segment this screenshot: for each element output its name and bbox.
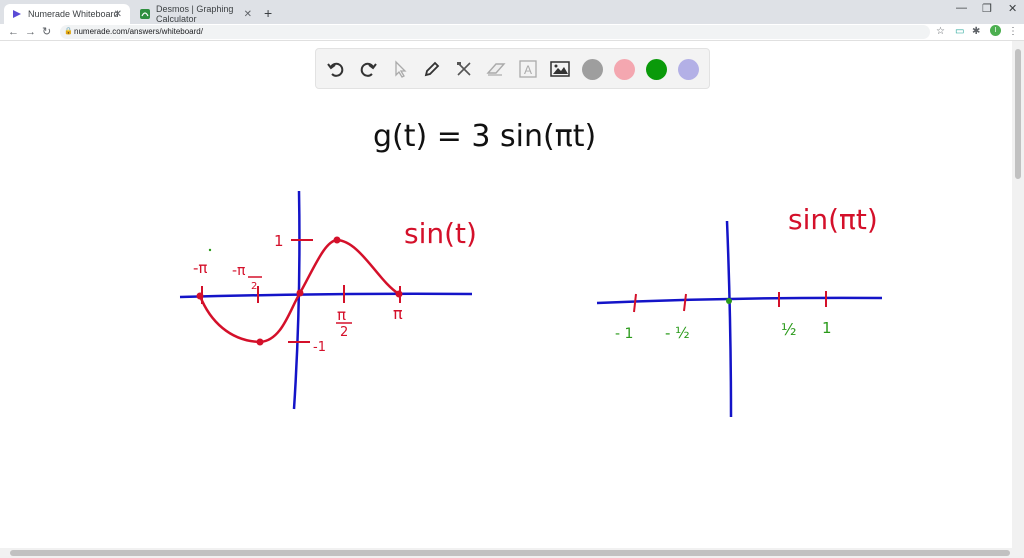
lock-icon: 🔒 (64, 28, 73, 35)
tab-desmos[interactable]: Desmos | Graphing Calculator ✕ (132, 4, 260, 24)
extension-icon[interactable]: ▭ (955, 25, 964, 39)
right-y-axis (725, 220, 733, 418)
right-graph-label: sin(πt) (788, 203, 878, 236)
tick-label-half-pi: π (337, 306, 346, 324)
browser-toolbar: ← → ↻ 🔒 numerade.com/answers/whiteboard/… (0, 24, 1024, 41)
bookmark-star-icon[interactable]: ☆ (936, 25, 945, 39)
tick-label-one: 1 (274, 232, 284, 250)
tab-numerade-whiteboard[interactable]: Numerade Whiteboard ✕ (4, 4, 130, 24)
close-window-icon[interactable]: ✕ (1008, 2, 1017, 15)
curve-point (333, 236, 341, 244)
equation-text: g(t) = 3 sin(πt) (373, 119, 596, 154)
tick-label-neg-pi: -π (193, 259, 207, 277)
right-x-axis (596, 296, 883, 305)
reload-icon[interactable]: ↻ (42, 24, 51, 40)
horizontal-scrollbar[interactable] (0, 548, 1024, 558)
left-graph-label: sin(t) (404, 217, 477, 250)
right-graph: - 1 - ½ ½ 1 sin(πt) (596, 203, 883, 418)
scrollbar-thumb[interactable] (10, 550, 1010, 556)
address-bar[interactable]: 🔒 numerade.com/answers/whiteboard/ (60, 25, 930, 39)
menu-dots-icon[interactable]: ⋮ (1008, 25, 1018, 39)
tick-label-half-pi-den: 2 (340, 325, 348, 340)
close-tab-icon[interactable]: ✕ (114, 9, 122, 20)
tick-label-one: 1 (822, 319, 832, 337)
stray-dot (208, 248, 212, 252)
extensions-puzzle-icon[interactable]: ✱ (972, 25, 980, 39)
tick-label-neg-one: - 1 (615, 326, 633, 342)
tick-label-neg-half-pi: -π (232, 263, 246, 279)
curve-point (256, 338, 264, 346)
forward-icon[interactable]: → (25, 24, 36, 40)
tick-label-neg-one: -1 (313, 340, 326, 355)
curve-point (296, 289, 304, 297)
tick-mark (633, 293, 637, 313)
desmos-logo-icon (140, 9, 150, 19)
left-graph: -π -π 2 π 2 π 1 -1 sin(t) (179, 190, 477, 410)
whiteboard-canvas[interactable]: g(t) = 3 sin(πt) -π -π 2 π 2 π 1 -1 sin(… (0, 41, 1012, 548)
profile-avatar[interactable]: I (990, 25, 1001, 36)
tick-label-neg-half-pi-den: 2 (251, 281, 257, 292)
scrollbar-thumb[interactable] (1015, 49, 1021, 179)
restore-icon[interactable]: ❐ (982, 2, 992, 15)
new-tab-button[interactable]: + (264, 4, 272, 22)
tick-mark (683, 293, 687, 312)
left-x-axis (179, 292, 473, 299)
url-text: numerade.com/answers/whiteboard/ (74, 27, 203, 36)
tick-label-neg-half: - ½ (665, 324, 690, 342)
vertical-scrollbar[interactable] (1012, 41, 1024, 548)
minimize-icon[interactable]: — (956, 2, 967, 14)
origin-point (726, 298, 732, 304)
tick-label-pi: π (393, 304, 403, 323)
browser-tab-bar: Numerade Whiteboard ✕ Desmos | Graphing … (0, 0, 1024, 24)
close-tab-icon[interactable]: ✕ (244, 9, 252, 20)
numerade-logo-icon (12, 9, 22, 19)
tab-title: Numerade Whiteboard (28, 9, 119, 19)
tick-label-half: ½ (781, 320, 797, 339)
back-icon[interactable]: ← (8, 24, 19, 40)
